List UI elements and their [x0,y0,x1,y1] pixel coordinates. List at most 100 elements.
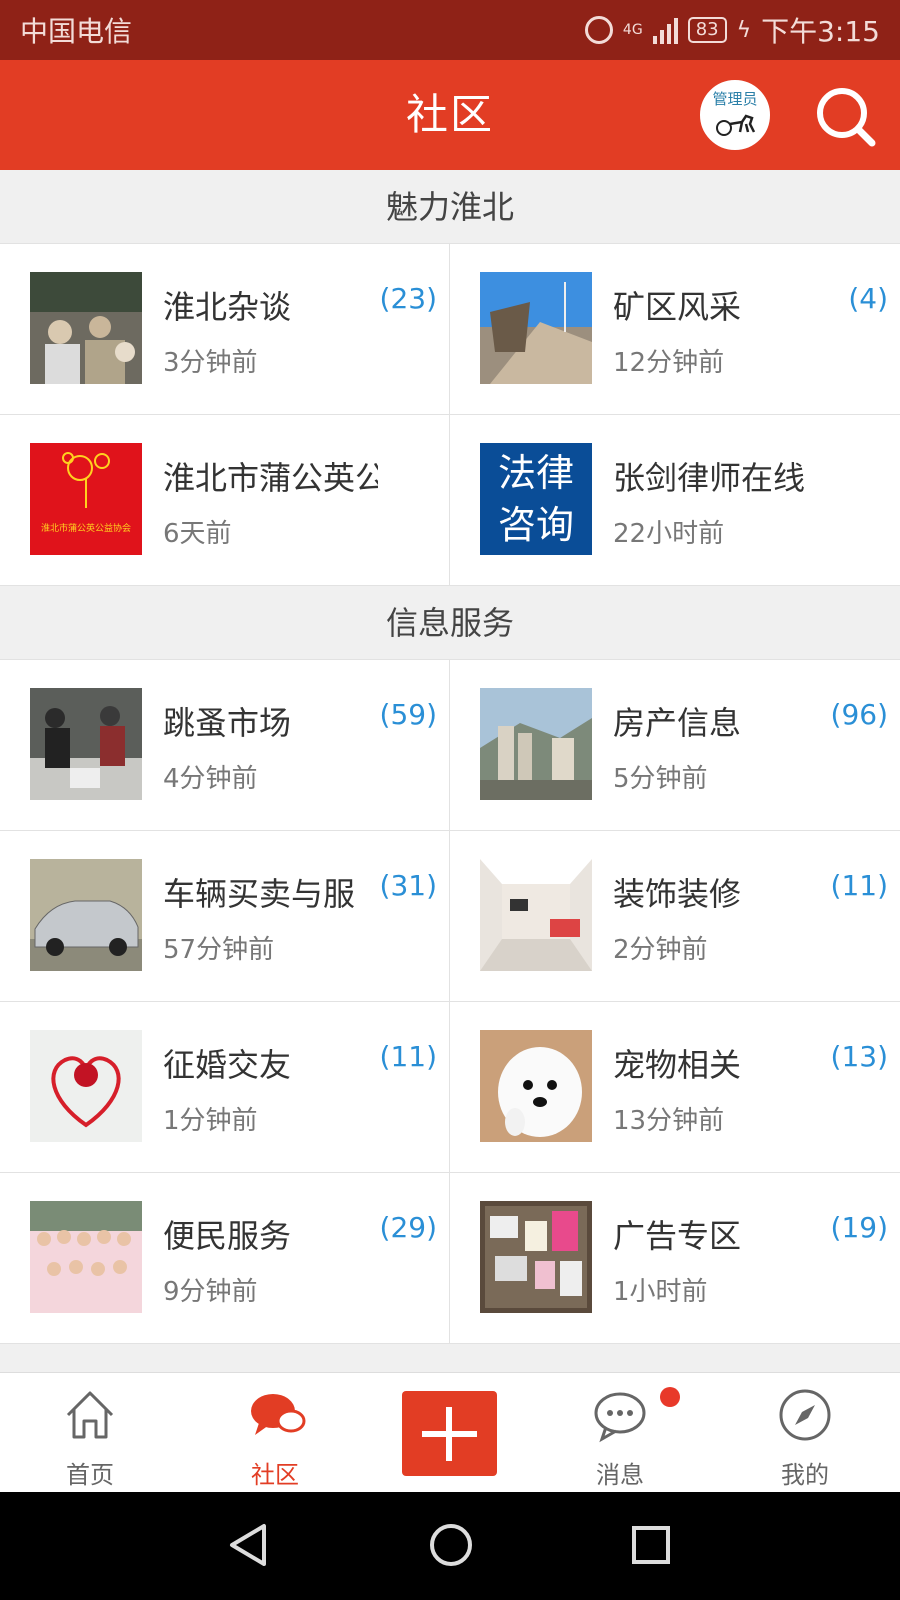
forum-name: 跳蚤市场 [163,704,292,742]
forum-time: 6天前 [163,519,232,549]
forum-name: 征婚交友 [163,1046,292,1084]
forum-time: 2分钟前 [613,935,708,965]
forum-thumbnail [30,1030,142,1142]
recent-apps-icon[interactable] [630,1524,672,1566]
law-text-line1: 法律 [497,451,574,495]
forum-time: 13分钟前 [613,1106,725,1136]
forum-time: 1分钟前 [163,1106,258,1136]
forum-item[interactable]: 车辆买卖与服 57分钟前 (31) [0,831,450,1002]
forum-grid: 跳蚤市场 4分钟前 (59) 房产信息 5分钟前 (96) 车辆买卖与服 57分… [0,660,900,1344]
tab-messages-label: 消息 [596,1461,644,1489]
plus-icon[interactable] [402,1391,497,1476]
tab-mine-label: 我的 [781,1461,829,1489]
forum-thumbnail [480,1201,592,1313]
dandelion-org-text: 淮北市蒲公英公益协会 [40,524,131,534]
forum-thumbnail [480,1030,592,1142]
compass-icon [779,1389,831,1441]
clock: 下午3:15 [761,15,880,48]
forum-count: (29) [379,1211,437,1244]
app-header: 社区 管理员 [0,60,900,170]
forum-item[interactable]: 跳蚤市场 4分钟前 (59) [0,660,450,831]
network-label: 4G [622,22,643,38]
charging-icon: ϟ [736,17,752,43]
forum-name: 便民服务 [163,1217,292,1255]
forum-list[interactable]: 魅力淮北 淮北杂谈 3分钟前 (23) 矿区风采 12分钟前 (4) 淮北市蒲公… [0,170,900,1372]
unread-badge [660,1387,680,1407]
forum-item[interactable]: 装饰装修 2分钟前 (11) [450,831,900,1002]
admin-badge[interactable]: 管理员 [700,80,770,150]
back-icon[interactable] [228,1522,268,1568]
carrier-label: 中国电信 [20,15,133,48]
horse-carriage-icon [716,114,756,136]
system-nav-bar [0,1492,900,1600]
battery-icon: 83 [687,17,727,43]
forum-item[interactable]: 广告专区 1小时前 (19) [450,1173,900,1344]
tab-home-label: 首页 [66,1461,114,1489]
forum-thumbnail [480,272,592,384]
forum-count: (11) [379,1040,437,1073]
forum-time: 3分钟前 [163,348,258,378]
section-title-partial [0,1344,900,1372]
forum-count: (96) [830,698,888,731]
forum-time: 9分钟前 [163,1277,258,1307]
community-icon [251,1394,306,1435]
forum-thumbnail: 淮北市蒲公英公益协会 [30,443,142,555]
tab-community[interactable]: 社区 [215,1373,335,1493]
forum-count: (19) [830,1211,888,1244]
forum-item[interactable]: 法律 咨询 张剑律师在线 22小时前 [450,415,900,586]
forum-time: 12分钟前 [613,348,725,378]
forum-item[interactable]: 淮北杂谈 3分钟前 (23) [0,244,450,415]
forum-thumbnail [30,688,142,800]
forum-name: 装饰装修 [613,875,742,913]
dandelion-logo-icon [62,452,110,508]
forum-thumbnail [480,859,592,971]
section-title: 魅力淮北 [0,170,900,244]
forum-name: 车辆买卖与服 [163,875,356,913]
forum-item[interactable]: 淮北市蒲公英公益协会 淮北市蒲公英公 6天前 [0,415,450,586]
home-icon [66,1391,114,1439]
status-bar: 中国电信 4G 83 ϟ 下午3:15 [0,0,900,60]
forum-name: 淮北市蒲公英公 [163,459,378,497]
forum-count: (23) [379,282,437,315]
law-text-line2: 咨询 [497,503,574,547]
search-icon[interactable] [815,86,877,148]
forum-item[interactable]: 矿区风采 12分钟前 (4) [450,244,900,415]
forum-item[interactable]: 征婚交友 1分钟前 (11) [0,1002,450,1173]
message-icon [594,1392,646,1443]
forum-time: 4分钟前 [163,764,258,794]
signal-icon [652,16,678,44]
home-circle-icon[interactable] [428,1522,474,1568]
section-title: 信息服务 [0,586,900,660]
forum-time: 5分钟前 [613,764,708,794]
forum-time: 22小时前 [613,519,725,549]
status-icons: 4G 83 ϟ 下午3:15 [584,10,880,50]
forum-time: 1小时前 [613,1277,708,1307]
alarm-icon [584,16,613,44]
forum-count: (11) [830,869,888,902]
forum-time: 57分钟前 [163,935,275,965]
forum-name: 淮北杂谈 [163,288,292,326]
forum-thumbnail [30,272,142,384]
tab-community-label: 社区 [251,1461,299,1489]
forum-count: (4) [848,282,888,315]
admin-badge-label: 管理员 [712,90,758,108]
tab-home[interactable]: 首页 [30,1373,150,1493]
forum-item[interactable]: 便民服务 9分钟前 (29) [0,1173,450,1344]
forum-item[interactable]: 宠物相关 13分钟前 (13) [450,1002,900,1173]
forum-count: (31) [379,869,437,902]
bottom-tab-bar: 首页 社区 消息 我的 [0,1372,900,1492]
forum-thumbnail [30,1201,142,1313]
forum-name: 宠物相关 [613,1046,742,1084]
forum-item[interactable]: 房产信息 5分钟前 (96) [450,660,900,831]
forum-count: (13) [830,1040,888,1073]
forum-name: 张剑律师在线 [613,459,806,497]
forum-thumbnail [30,859,142,971]
forum-thumbnail: 法律 咨询 [480,443,592,555]
forum-name: 广告专区 [613,1217,742,1255]
tab-mine[interactable]: 我的 [745,1373,865,1493]
forum-grid: 淮北杂谈 3分钟前 (23) 矿区风采 12分钟前 (4) 淮北市蒲公英公益协会… [0,244,900,586]
forum-count: (59) [379,698,437,731]
forum-thumbnail [480,688,592,800]
forum-name: 矿区风采 [613,288,742,326]
forum-name: 房产信息 [613,704,742,742]
